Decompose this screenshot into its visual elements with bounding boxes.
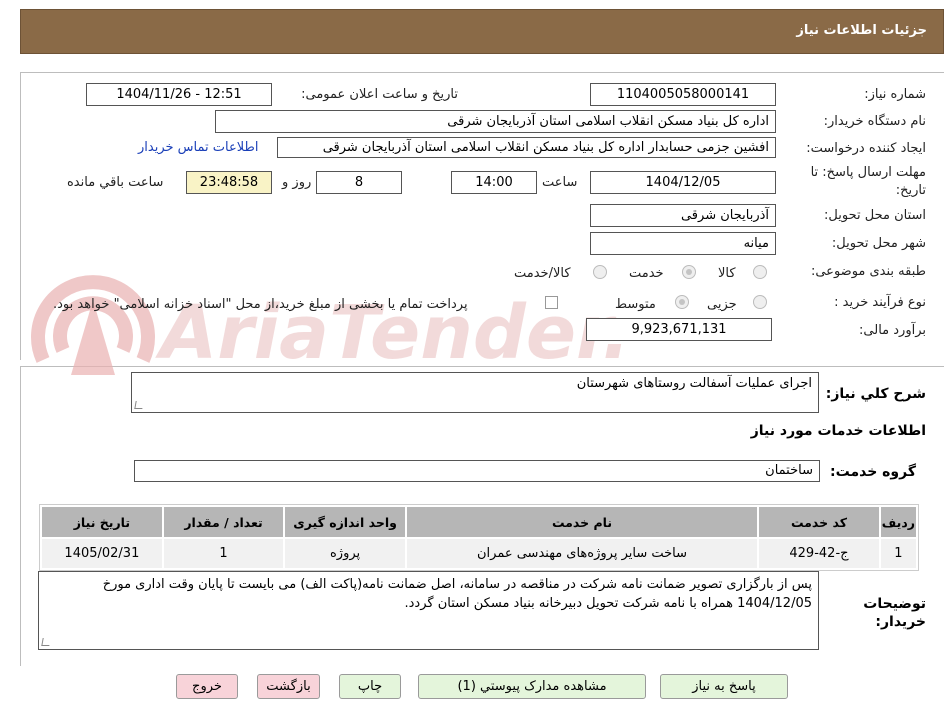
service-group-field: ساختمان xyxy=(134,460,820,482)
resize-grip-icon[interactable] xyxy=(134,401,144,409)
cell-unit: پروژه xyxy=(285,539,405,568)
buyer-contact-link[interactable]: اطلاعات تماس خریدار xyxy=(138,140,258,155)
process-option-medium-label: متوسط xyxy=(615,297,656,312)
city-field: میانه xyxy=(590,232,776,255)
category-option-goods-radio[interactable] xyxy=(753,265,767,279)
services-table-header-row: ردیف کد خدمت نام خدمت واحد اندازه گیری ت… xyxy=(42,507,916,537)
deadline-label-line1: مهلت ارسال پاسخ: تا xyxy=(810,165,926,180)
description-label: شرح کلي نياز: xyxy=(825,386,926,402)
buyer-notes-text: پس از بارگزاری تصویر ضمانت نامه شرکت در … xyxy=(102,577,812,611)
category-option-goods-label: کالا xyxy=(718,266,736,281)
cell-service-code: ج-42-429 xyxy=(759,539,879,568)
back-button[interactable]: بازگشت xyxy=(257,674,320,699)
buyer-notes-label-line2: خریدار: xyxy=(875,614,926,630)
deadline-time-field: 14:00 xyxy=(451,171,537,194)
process-option-medium-radio[interactable] xyxy=(675,295,689,309)
announce-date-field: 1404/11/26 - 12:51 xyxy=(86,83,272,106)
exit-button[interactable]: خروج xyxy=(176,674,238,699)
process-option-small-radio[interactable] xyxy=(753,295,767,309)
buyer-notes-textarea[interactable]: پس از بارگزاری تصویر ضمانت نامه شرکت در … xyxy=(38,571,819,650)
process-option-small-label: جزیی xyxy=(707,297,737,312)
remaining-days-field: 8 xyxy=(316,171,402,194)
buyer-org-label: نام دستگاه خریدار: xyxy=(823,114,926,129)
col-header-service-name: نام خدمت xyxy=(406,507,758,537)
table-row: 1 ج-42-429 ساخت سایر پروژه‌های مهندسی عم… xyxy=(42,539,916,568)
budget-field: 9,923,671,131 xyxy=(586,318,772,341)
province-field: آذربایجان شرقی xyxy=(590,204,776,227)
col-header-unit: واحد اندازه گیری xyxy=(285,507,405,537)
col-header-quantity: تعداد / مقدار xyxy=(163,507,284,537)
category-option-both-label: کالا/خدمت xyxy=(514,266,571,281)
cell-service-name: ساخت سایر پروژه‌های مهندسی عمران xyxy=(406,539,758,568)
need-number-field: 1104005058000141 xyxy=(590,83,776,106)
cell-need-date: 1405/02/31 xyxy=(42,539,162,568)
creator-label: ایجاد کننده درخواست: xyxy=(806,141,926,156)
page-title: جزئیات اطلاعات نیاز xyxy=(796,23,927,38)
city-label: شهر محل تحویل: xyxy=(831,236,926,251)
services-table: ردیف کد خدمت نام خدمت واحد اندازه گیری ت… xyxy=(39,504,919,571)
treasury-note: پرداخت تمام یا بخشی از مبلغ خرید،از محل … xyxy=(53,297,468,312)
budget-label: برآورد مالی: xyxy=(859,323,926,338)
col-header-row-number: ردیف xyxy=(880,507,916,537)
deadline-time-label: ساعت xyxy=(542,175,578,190)
buyer-notes-label-line1: توضیحات xyxy=(863,596,926,612)
treasury-checkbox[interactable] xyxy=(545,296,558,309)
category-option-service-label: خدمت xyxy=(629,266,664,281)
category-option-both-radio[interactable] xyxy=(593,265,607,279)
category-label: طبقه بندی موضوعی: xyxy=(810,264,926,279)
province-label: استان محل تحویل: xyxy=(824,208,926,223)
reply-button[interactable]: پاسخ به نیاز xyxy=(660,674,788,699)
description-textarea[interactable]: اجرای عملیات آسفالت روستاهای شهرستان xyxy=(131,372,819,413)
description-text: اجرای عملیات آسفالت روستاهای شهرستان xyxy=(576,376,812,391)
remaining-days-label: روز و xyxy=(282,175,312,190)
buyer-org-field: اداره کل بنیاد مسکن انقلاب اسلامی استان … xyxy=(215,110,776,133)
resize-grip-icon[interactable] xyxy=(41,638,51,646)
remaining-time-label: ساعت باقي مانده xyxy=(67,175,164,190)
deadline-label-line2: تاریخ: xyxy=(895,183,926,198)
service-group-label: گروه خدمت: xyxy=(830,464,916,480)
remaining-time-field: 23:48:58 xyxy=(186,171,272,194)
view-attachments-button[interactable]: مشاهده مدارک پیوستي (1) xyxy=(418,674,646,699)
announce-date-label: تاریخ و ساعت اعلان عمومی: xyxy=(301,87,458,102)
print-button[interactable]: چاپ xyxy=(339,674,401,699)
col-header-service-code: کد خدمت xyxy=(759,507,879,537)
category-option-service-radio[interactable] xyxy=(682,265,696,279)
need-number-label: شماره نیاز: xyxy=(864,87,926,102)
deadline-date-field: 1404/12/05 xyxy=(590,171,776,194)
page-header: جزئیات اطلاعات نیاز xyxy=(20,9,944,54)
creator-field: افشین جزمی حسابدار اداره کل بنیاد مسکن ا… xyxy=(277,137,776,158)
cell-row-number: 1 xyxy=(880,539,916,568)
col-header-need-date: تاریخ نیاز xyxy=(42,507,162,537)
cell-quantity: 1 xyxy=(163,539,284,568)
services-section-title: اطلاعات خدمات مورد نیاز xyxy=(750,423,926,439)
process-label: نوع فرآیند خرید : xyxy=(834,295,926,310)
